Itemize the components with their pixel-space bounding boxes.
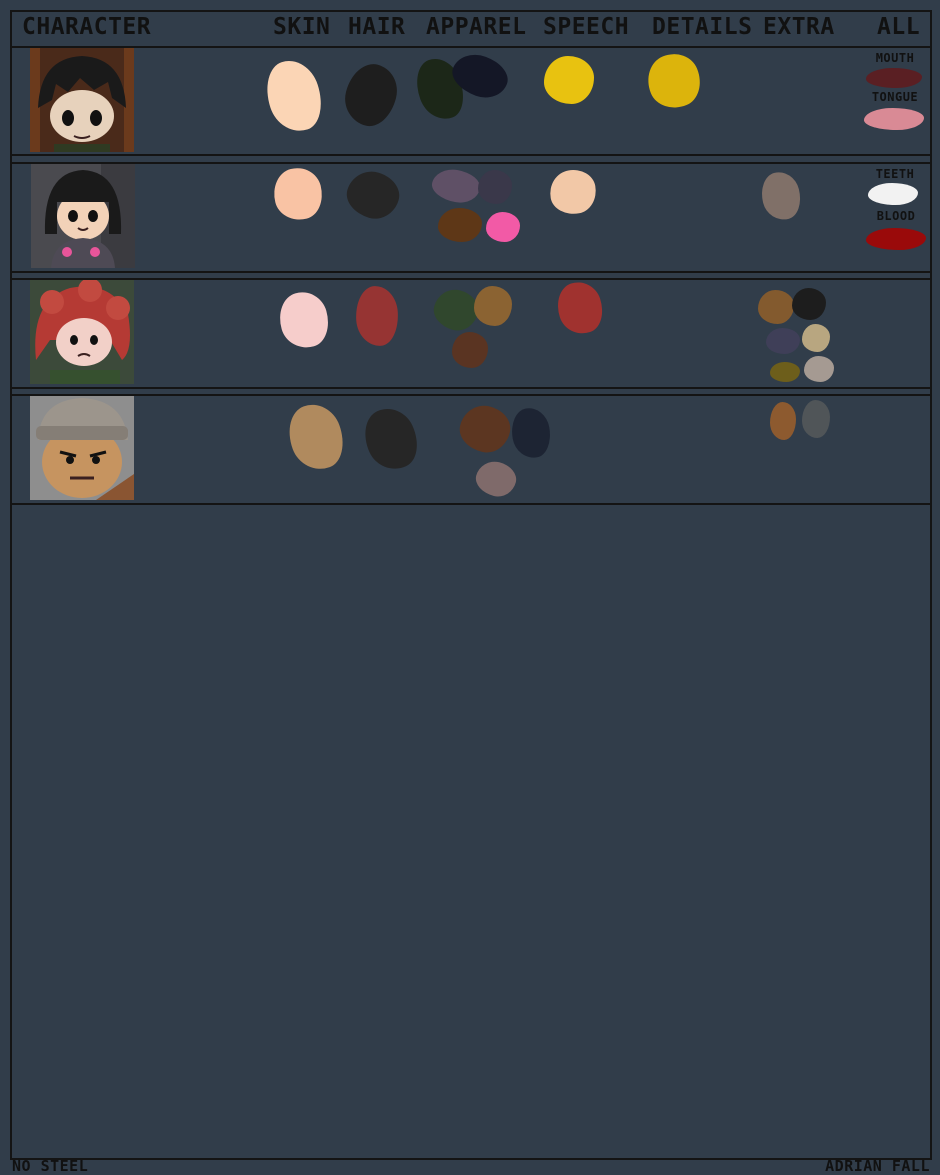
row3-extra-swatch-4 xyxy=(802,324,830,352)
header-hair: HAIR xyxy=(348,14,406,40)
header-character: CHARACTER xyxy=(22,14,152,40)
row3-extra-swatch-2 xyxy=(792,288,826,320)
row4-extra-swatch-1 xyxy=(770,402,796,440)
row3-extra-swatch-6 xyxy=(804,356,834,382)
row2-teeth-swatch xyxy=(868,183,918,205)
header-extra: EXTRA xyxy=(763,14,835,40)
row2-apparel-swatch-4 xyxy=(486,212,520,242)
row2-apparel-swatch-2 xyxy=(478,170,512,204)
row3-extra-swatch-3 xyxy=(766,328,800,354)
row2-apparel-swatch-3 xyxy=(438,208,482,242)
dark-haired-girl-portrait xyxy=(30,48,134,152)
red-haired-girl-portrait xyxy=(30,280,134,384)
row1-tongue-swatch xyxy=(864,108,924,130)
row2-blood-label: BLOOD xyxy=(876,209,916,223)
header-all: ALL xyxy=(877,14,921,40)
row2-blood-swatch xyxy=(866,228,926,250)
row3-apparel-swatch-3 xyxy=(452,332,488,368)
bob-haired-girl-portrait xyxy=(31,164,135,268)
beanie-man-portrait xyxy=(30,396,134,500)
row1-mouth-label: MOUTH xyxy=(875,51,915,65)
row4-extra-swatch-2 xyxy=(802,400,830,438)
row1-tongue-label: TONGUE xyxy=(871,90,919,104)
header-speech: SPEECH xyxy=(543,14,630,40)
column-header-row: CHARACTER SKIN HAIR APPAREL SPEECH DETAI… xyxy=(12,12,930,48)
row2-teeth-label: TEETH xyxy=(875,167,915,181)
header-skin: SKIN xyxy=(273,14,331,40)
row3-extra-swatch-5 xyxy=(770,362,800,382)
row1-speech-swatch xyxy=(544,56,594,104)
row3-extra-swatch-1 xyxy=(758,290,794,324)
row1-mouth-swatch xyxy=(866,68,922,88)
footer-right-text: ADRIAN FALL xyxy=(825,1157,930,1175)
header-apparel: APPAREL xyxy=(426,14,527,40)
row3-apparel-swatch-2 xyxy=(474,286,512,326)
footer-left-text: NO STEEL xyxy=(12,1157,89,1175)
header-details: DETAILS xyxy=(652,14,753,40)
